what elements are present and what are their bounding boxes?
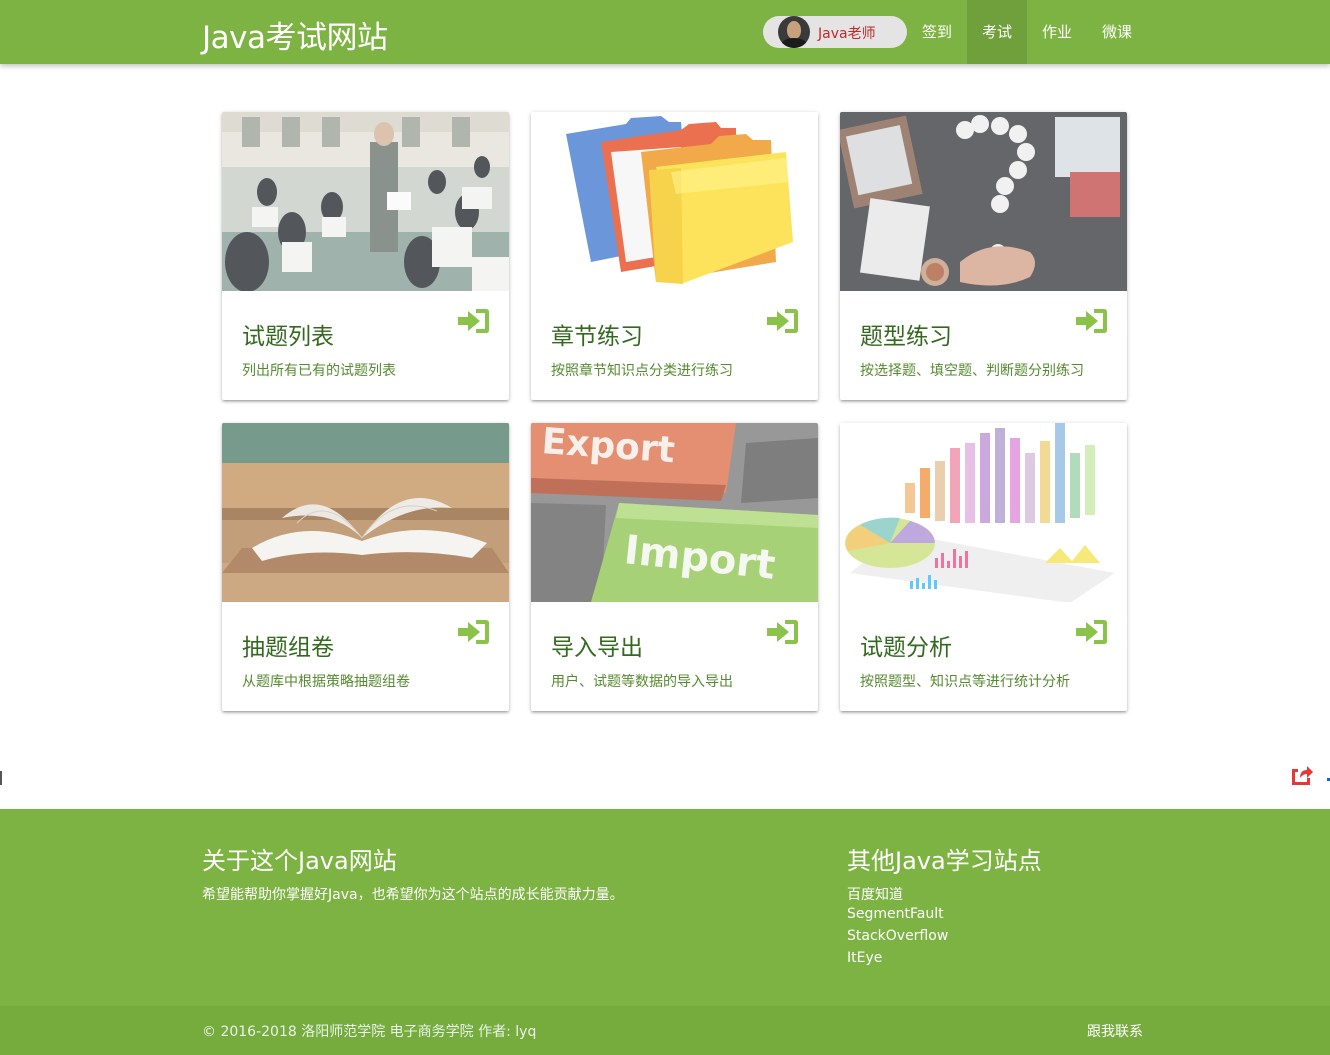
card-description: 用户、试题等数据的导入导出 xyxy=(551,674,733,690)
card-title: 题型练习 xyxy=(860,324,952,350)
card-description: 按选择题、填空题、判断题分别练习 xyxy=(860,363,1084,379)
card-image xyxy=(840,112,1127,291)
nav-item-microcourse[interactable]: 微课 xyxy=(1087,0,1147,64)
sign-in-icon[interactable] xyxy=(456,308,490,334)
card-image xyxy=(222,112,509,291)
user-chip[interactable]: Java老师 xyxy=(763,16,907,48)
card-chapter-practice[interactable]: 章节练习 按照章节知识点分类进行练习 xyxy=(531,112,818,400)
card-question-list[interactable]: 试题列表 列出所有已有的试题列表 xyxy=(222,112,509,400)
card-title: 导入导出 xyxy=(551,635,643,661)
site-brand[interactable]: Java考试网站 xyxy=(202,12,388,57)
footer-link-iteye[interactable]: ItEye xyxy=(847,950,882,966)
card-type-practice[interactable]: 题型练习 按选择题、填空题、判断题分别练习 xyxy=(840,112,1127,400)
nav-item-checkin[interactable]: 签到 xyxy=(907,0,967,64)
footer-links-title: 其他Java学习站点 xyxy=(847,847,1042,875)
copyright-text: © 2016-2018 洛阳师范学院 电子商务学院 作者: lyq xyxy=(202,1024,537,1040)
card-description: 按照题型、知识点等进行统计分析 xyxy=(860,674,1070,690)
nav-item-homework[interactable]: 作业 xyxy=(1027,0,1087,64)
card-description: 列出所有已有的试题列表 xyxy=(242,363,396,379)
footer-about-title: 关于这个Java网站 xyxy=(202,847,397,875)
footer-about-text: 希望能帮助你掌握好Java，也希望你为这个站点的成长能贡献力量。 xyxy=(202,887,624,903)
contact-link[interactable]: 跟我联系 xyxy=(1087,1021,1143,1041)
footer: 关于这个Java网站 希望能帮助你掌握好Java，也希望你为这个站点的成长能贡献… xyxy=(0,809,1330,1055)
card-image xyxy=(222,423,509,602)
sign-in-icon[interactable] xyxy=(1074,619,1108,645)
card-import-export[interactable]: Export Import 导入导出 用户、试题等数据的导入导出 xyxy=(531,423,818,711)
card-image xyxy=(531,112,818,291)
user-name: Java老师 xyxy=(818,26,876,42)
card-exam-analysis[interactable]: 试题分析 按照题型、知识点等进行统计分析 xyxy=(840,423,1127,711)
card-image xyxy=(840,423,1127,602)
sign-in-icon[interactable] xyxy=(765,619,799,645)
sign-in-icon[interactable] xyxy=(765,308,799,334)
card-title: 抽题组卷 xyxy=(242,635,334,661)
footer-link-segmentfault[interactable]: SegmentFault xyxy=(847,906,944,922)
card-exam-assembly[interactable]: 抽题组卷 从题库中根据策略抽题组卷 xyxy=(222,423,509,711)
footer-bottom-bar: © 2016-2018 洛阳师范学院 电子商务学院 作者: lyq 跟我联系 xyxy=(0,1006,1330,1055)
footer-link-baidu[interactable]: 百度知道 xyxy=(847,884,903,904)
card-title: 章节练习 xyxy=(551,324,643,350)
top-navbar: Java考试网站 Java老师 签到 考试 作业 微课 xyxy=(0,0,1330,64)
avatar xyxy=(778,16,810,48)
card-title: 试题分析 xyxy=(860,635,952,661)
footer-link-stackoverflow[interactable]: StackOverflow xyxy=(847,928,948,944)
card-description: 从题库中根据策略抽题组卷 xyxy=(242,674,410,690)
left-edge-mark xyxy=(0,771,2,785)
card-title: 试题列表 xyxy=(242,324,334,350)
sign-in-icon[interactable] xyxy=(1074,308,1108,334)
nav-item-exam[interactable]: 考试 xyxy=(967,0,1027,64)
card-image: Export Import xyxy=(531,423,818,602)
share-icon[interactable] xyxy=(1290,763,1314,785)
sign-in-icon[interactable] xyxy=(456,619,490,645)
card-description: 按照章节知识点分类进行练习 xyxy=(551,363,733,379)
